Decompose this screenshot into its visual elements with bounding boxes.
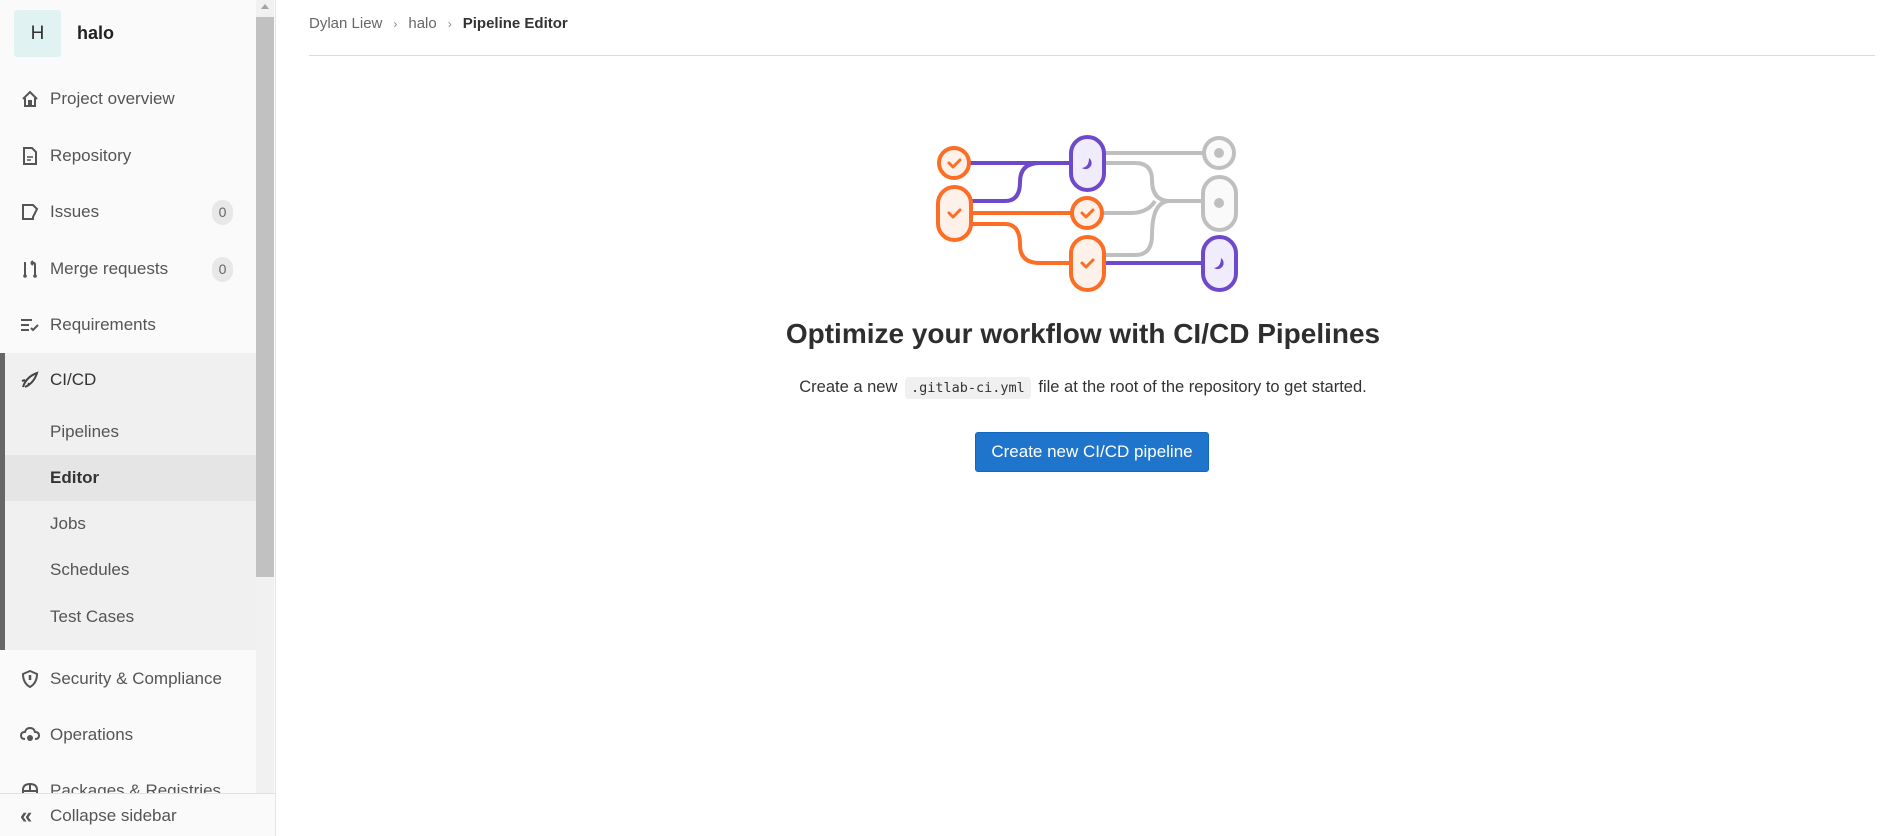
sidebar-item-label: Project overview [50,89,175,108]
merge-request-icon [20,259,40,279]
empty-state-description: Create a new .gitlab-ci.yml file at the … [276,377,1890,399]
illustration-line [1102,199,1157,215]
create-pipeline-button[interactable]: Create new CI/CD pipeline [975,432,1209,472]
sidebar-item-label: Issues [50,202,100,221]
empty-state-title: Optimize your workflow with CI/CD Pipeli… [785,318,1381,349]
sidebar-item-merge-requests[interactable]: Merge requests 0 [0,247,256,291]
pipeline-illustration [936,135,1238,292]
breadcrumb-user[interactable]: Dylan Liew [309,15,382,32]
sidebar-subitem-schedules[interactable]: Schedules [0,547,256,593]
sidebar-item-repository[interactable]: Repository [0,134,256,178]
pending-dot-icon [1214,198,1224,208]
sidebar-subitem-label: Schedules [50,560,130,579]
shield-icon [20,669,40,689]
sidebar-item-label: Security & Compliance [50,669,222,688]
illustration-line [971,161,1041,203]
collapse-sidebar-label: Collapse sidebar [50,805,177,825]
chevron-right-icon: › [447,16,452,31]
pending-dot-icon [1214,148,1224,158]
collapse-sidebar-button[interactable]: « Collapse sidebar [0,793,275,836]
breadcrumb-current[interactable]: Pipeline Editor [463,15,568,32]
sidebar-subitem-test-cases[interactable]: Test Cases [0,594,256,640]
sidebar-item-requirements[interactable]: Requirements [0,303,256,347]
issues-icon [20,202,40,222]
illustration-line [1104,161,1203,203]
sidebar-item-label: Merge requests [50,259,169,278]
project-name[interactable]: halo [77,23,114,44]
sidebar-item-cicd[interactable]: CI/CD [0,358,256,402]
chevron-right-icon: › [393,16,398,31]
header-divider [309,55,1875,56]
scrollbar-thumb[interactable] [256,17,274,577]
sidebar-subitem-jobs[interactable]: Jobs [0,501,256,547]
rocket-icon [20,370,40,390]
sidebar-item-label: Repository [50,146,132,165]
illustration-line [971,222,1071,265]
description-before: Create a new [799,378,898,396]
sidebar-subitem-editor[interactable]: Editor [5,455,256,501]
sidebar-subitem-label: Editor [50,468,100,487]
gitlab-ci-filename: .gitlab-ci.yml [904,377,1031,399]
home-icon [20,89,40,109]
sidebar-item-label: CI/CD [50,370,97,389]
cloud-gear-icon [20,725,40,745]
description-after: file at the root of the repository to ge… [1038,378,1367,396]
double-chevron-left-icon: « [20,802,33,828]
merge-requests-count-badge: 0 [212,256,233,282]
cicd-group: CI/CD Pipelines Editor Jobs Schedules Te… [0,353,256,650]
sidebar-item-label: Operations [50,725,134,744]
issues-count-badge: 0 [212,199,233,225]
success-job-node [937,146,971,180]
sidebar-item-security-compliance[interactable]: Security & Compliance [0,657,256,701]
sidebar-subitem-label: Test Cases [50,607,135,626]
sidebar-subitem-pipelines[interactable]: Pipelines [0,409,256,455]
running-job-node [1069,135,1106,192]
sidebar-item-issues[interactable]: Issues 0 [0,190,256,234]
sidebar: H halo Project overview Repository Issue… [0,0,276,836]
sidebar-subitem-label: Pipelines [50,422,119,441]
breadcrumb-project[interactable]: halo [408,15,436,32]
sidebar-item-label: Requirements [50,315,156,334]
project-avatar: H [14,10,61,57]
sidebar-scrollbar[interactable] [256,0,274,836]
sidebar-item-operations[interactable]: Operations [0,713,256,757]
document-icon [20,146,40,166]
running-job-node [1201,235,1238,292]
sidebar-item-project-overview[interactable]: Project overview [0,77,256,121]
success-job-node [1070,196,1104,230]
requirements-icon [20,315,40,335]
scroll-up-arrow-icon[interactable] [261,4,269,9]
project-header[interactable]: H halo [14,10,114,57]
illustration-line [1104,199,1171,257]
breadcrumb: Dylan Liew › halo › Pipeline Editor [309,15,568,32]
sidebar-subitem-label: Jobs [50,514,86,533]
